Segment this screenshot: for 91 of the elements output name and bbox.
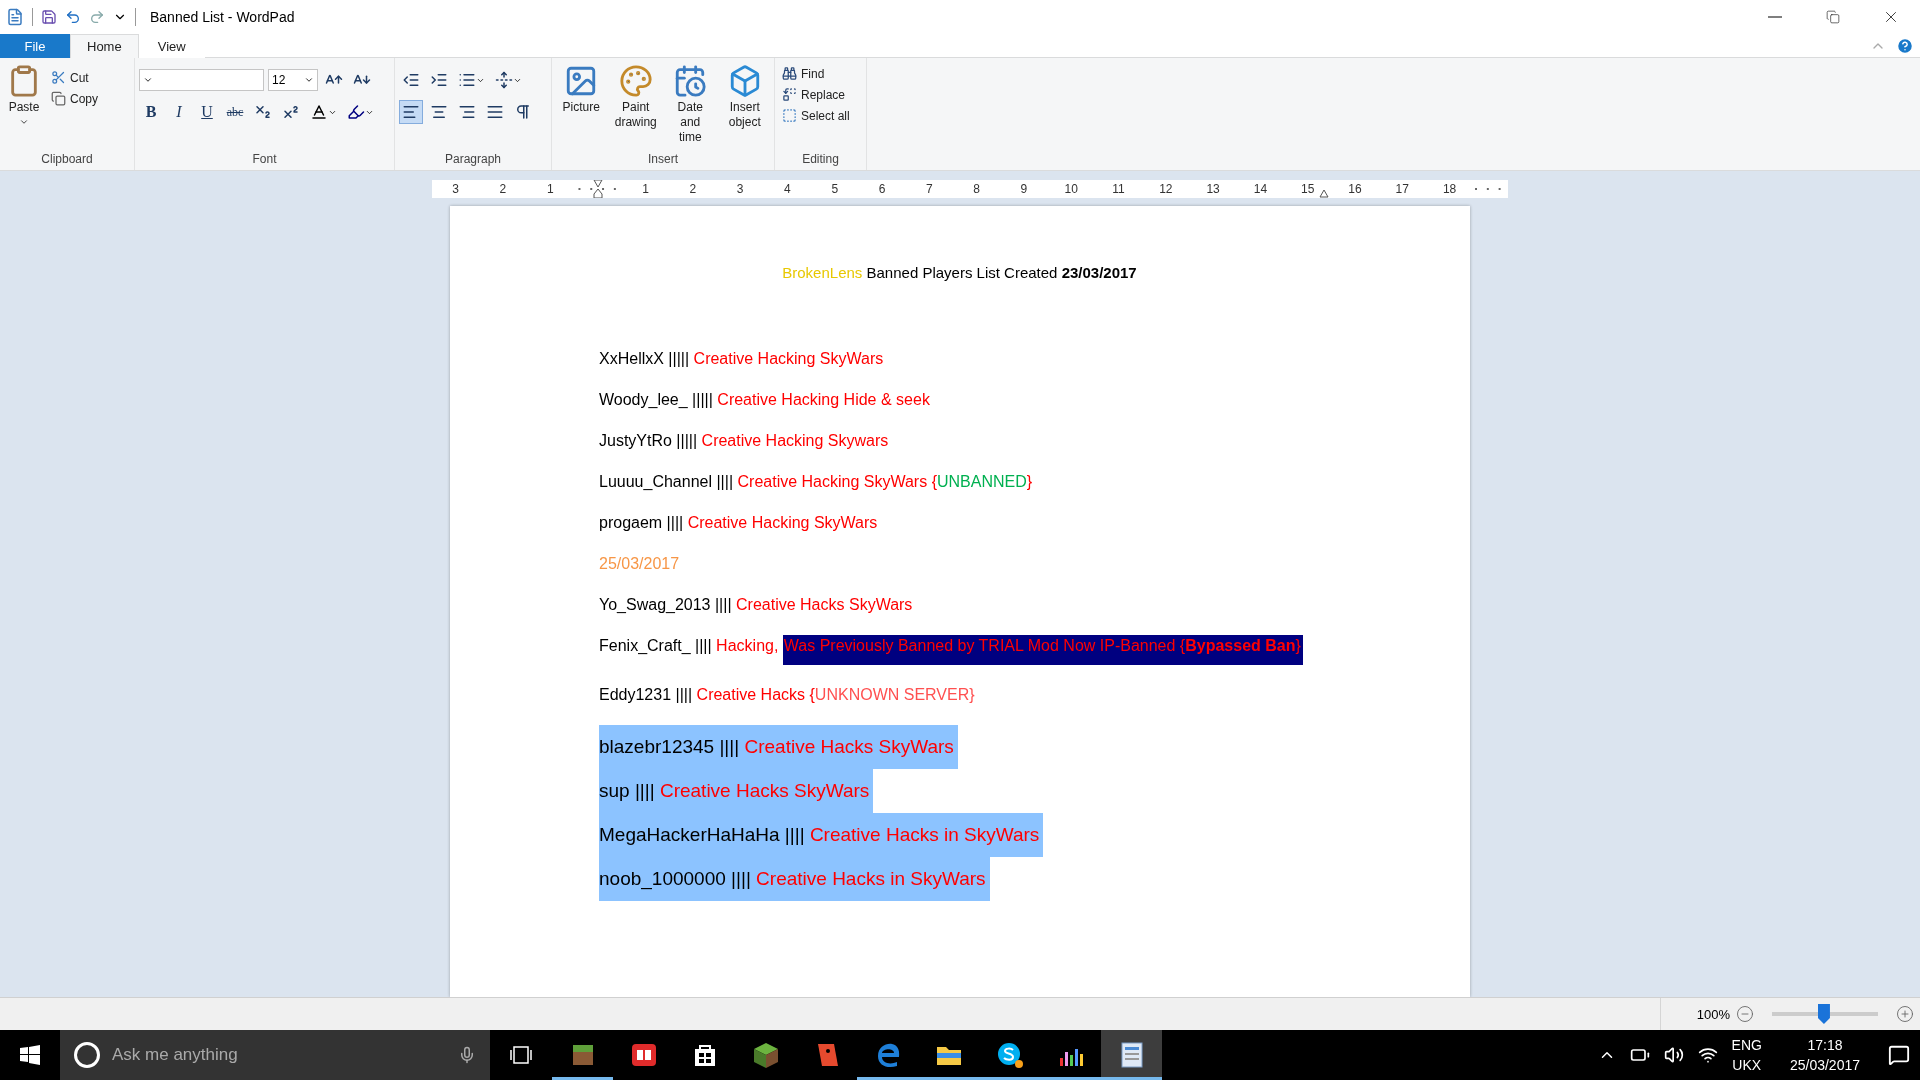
- font-size-field[interactable]: 12: [268, 69, 318, 91]
- text-color-icon: [310, 103, 328, 121]
- replace-icon: [782, 87, 797, 102]
- window-title: Banned List - WordPad: [150, 9, 295, 25]
- redo-icon: [89, 9, 105, 25]
- ribbon-tab[interactable]: Home: [70, 34, 139, 58]
- increase-indent-icon: [430, 71, 448, 89]
- clock-time[interactable]: 17:18: [1807, 1035, 1843, 1055]
- group-label: Clipboard: [40, 152, 94, 168]
- document-line: XxHellxX ||||| Creative Hacking SkyWars: [599, 349, 884, 369]
- document-line: Woody_lee_ ||||| Creative Hacking Hide & seek: [599, 390, 930, 410]
- message-icon: [1888, 1044, 1910, 1066]
- highlighter-icon: [347, 103, 365, 121]
- align-center-icon: [430, 103, 448, 121]
- pilcrow-icon: [514, 103, 532, 121]
- caret-icon: [19, 117, 29, 127]
- document-line: Yo_Swag_2013 |||| Creative Hacks SkyWars: [599, 595, 913, 615]
- file-menu-button[interactable]: File: [0, 34, 70, 58]
- align-left-button[interactable]: [399, 100, 423, 124]
- task-view-icon: [510, 1046, 532, 1064]
- font-style-button[interactable]: I: [167, 100, 191, 124]
- palette-icon: [618, 64, 653, 98]
- document-page[interactable]: [450, 206, 1470, 997]
- language-label[interactable]: ENG: [1731, 1035, 1762, 1055]
- align-left-icon: [402, 103, 420, 121]
- decrease-indent-icon: [402, 71, 420, 89]
- document-line: Fenix_Craft_ |||| Hacking, Was Previously Banned by TRIAL Mod Now IP-Banned {Bypassed Ban}: [599, 635, 1303, 665]
- font-name-field[interactable]: [139, 69, 264, 91]
- indent-marker-icon[interactable]: [592, 179, 603, 198]
- app-icon: [6, 8, 24, 26]
- zoom-level: 100%: [1696, 1006, 1730, 1022]
- right-indent-marker-icon[interactable]: [1319, 189, 1329, 198]
- undo-button[interactable]: [65, 9, 81, 25]
- binoculars-icon: [782, 66, 797, 81]
- zoom-out-button[interactable]: [1736, 1005, 1754, 1023]
- taskbar-app-button[interactable]: [1101, 1030, 1162, 1080]
- editing-button[interactable]: Select all: [779, 106, 853, 125]
- document-line: JustyYtRo ||||| Creative Hacking Skywars: [599, 431, 889, 451]
- help-icon: [1896, 36, 1914, 55]
- list-icon: [458, 71, 476, 89]
- search-field[interactable]: Ask me anything: [110, 1044, 448, 1066]
- editing-button[interactable]: Replace: [779, 85, 853, 104]
- superscript-icon: [282, 103, 300, 121]
- keyboard-layout-label[interactable]: UKX: [1732, 1055, 1762, 1075]
- font-style-button[interactable]: U: [195, 100, 219, 124]
- caret-icon: [304, 75, 314, 85]
- save-button[interactable]: [41, 9, 57, 25]
- volume-icon: [1663, 1045, 1684, 1065]
- caret-icon: [143, 75, 153, 85]
- select-all-icon: [782, 108, 797, 123]
- insert-button[interactable]: Paint drawing: [610, 62, 661, 152]
- document-line: Luuuu_Channel |||| Creative Hacking SkyWars {UNBANNED}: [599, 472, 1033, 492]
- group-label: Editing: [801, 152, 840, 168]
- group-label: Insert: [647, 152, 679, 168]
- font-style-button[interactable]: B: [139, 100, 163, 124]
- save-icon: [41, 9, 57, 25]
- zoom-in-button[interactable]: [1896, 1005, 1914, 1023]
- font-style-button[interactable]: abc: [223, 100, 247, 124]
- search-bar[interactable]: Ask me anything: [60, 1030, 490, 1080]
- wifi-icon: [1697, 1045, 1718, 1065]
- insert-button[interactable]: Date and time: [665, 62, 716, 152]
- notifications-button[interactable]: [1888, 1044, 1910, 1066]
- justify-icon: [486, 103, 504, 121]
- line-spacing-icon: [495, 71, 513, 89]
- zoom-out-icon: [1736, 1005, 1754, 1023]
- document-line: Eddy1231 |||| Creative Hacks {UNKNOWN SERVER}: [599, 685, 975, 705]
- insert-button[interactable]: Picture: [556, 62, 607, 152]
- clock-date[interactable]: 25/03/2017: [1789, 1055, 1860, 1075]
- paste-button[interactable]: Paste: [4, 62, 44, 152]
- calendar-clock-icon: [673, 64, 708, 98]
- insert-button[interactable]: Insert object: [719, 62, 770, 152]
- cut-button[interactable]: Cut: [48, 68, 101, 87]
- align-right-icon: [458, 103, 476, 121]
- editing-button[interactable]: Find: [779, 64, 853, 83]
- subscript-icon: [254, 103, 272, 121]
- circle-icon: [74, 1042, 100, 1068]
- microphone-icon: [458, 1046, 476, 1064]
- zoom-in-icon: [1896, 1005, 1914, 1023]
- document-line: 25/03/2017: [599, 554, 680, 574]
- restore-icon: [1826, 10, 1840, 24]
- scissors-icon: [51, 70, 66, 85]
- document-title: BrokenLens Banned Players List Created 23/03/2017: [781, 263, 1138, 283]
- undo-icon: [65, 9, 81, 25]
- copy-button[interactable]: Copy: [48, 89, 101, 108]
- help-button[interactable]: [1896, 36, 1914, 55]
- group-label: Font: [251, 152, 278, 168]
- copy-icon: [51, 91, 66, 106]
- windows-logo-icon: [20, 1045, 40, 1065]
- document-line: progaem |||| Creative Hacking SkyWars: [599, 513, 878, 533]
- minimize-icon: [1768, 16, 1782, 18]
- group-label: Paragraph: [443, 152, 502, 168]
